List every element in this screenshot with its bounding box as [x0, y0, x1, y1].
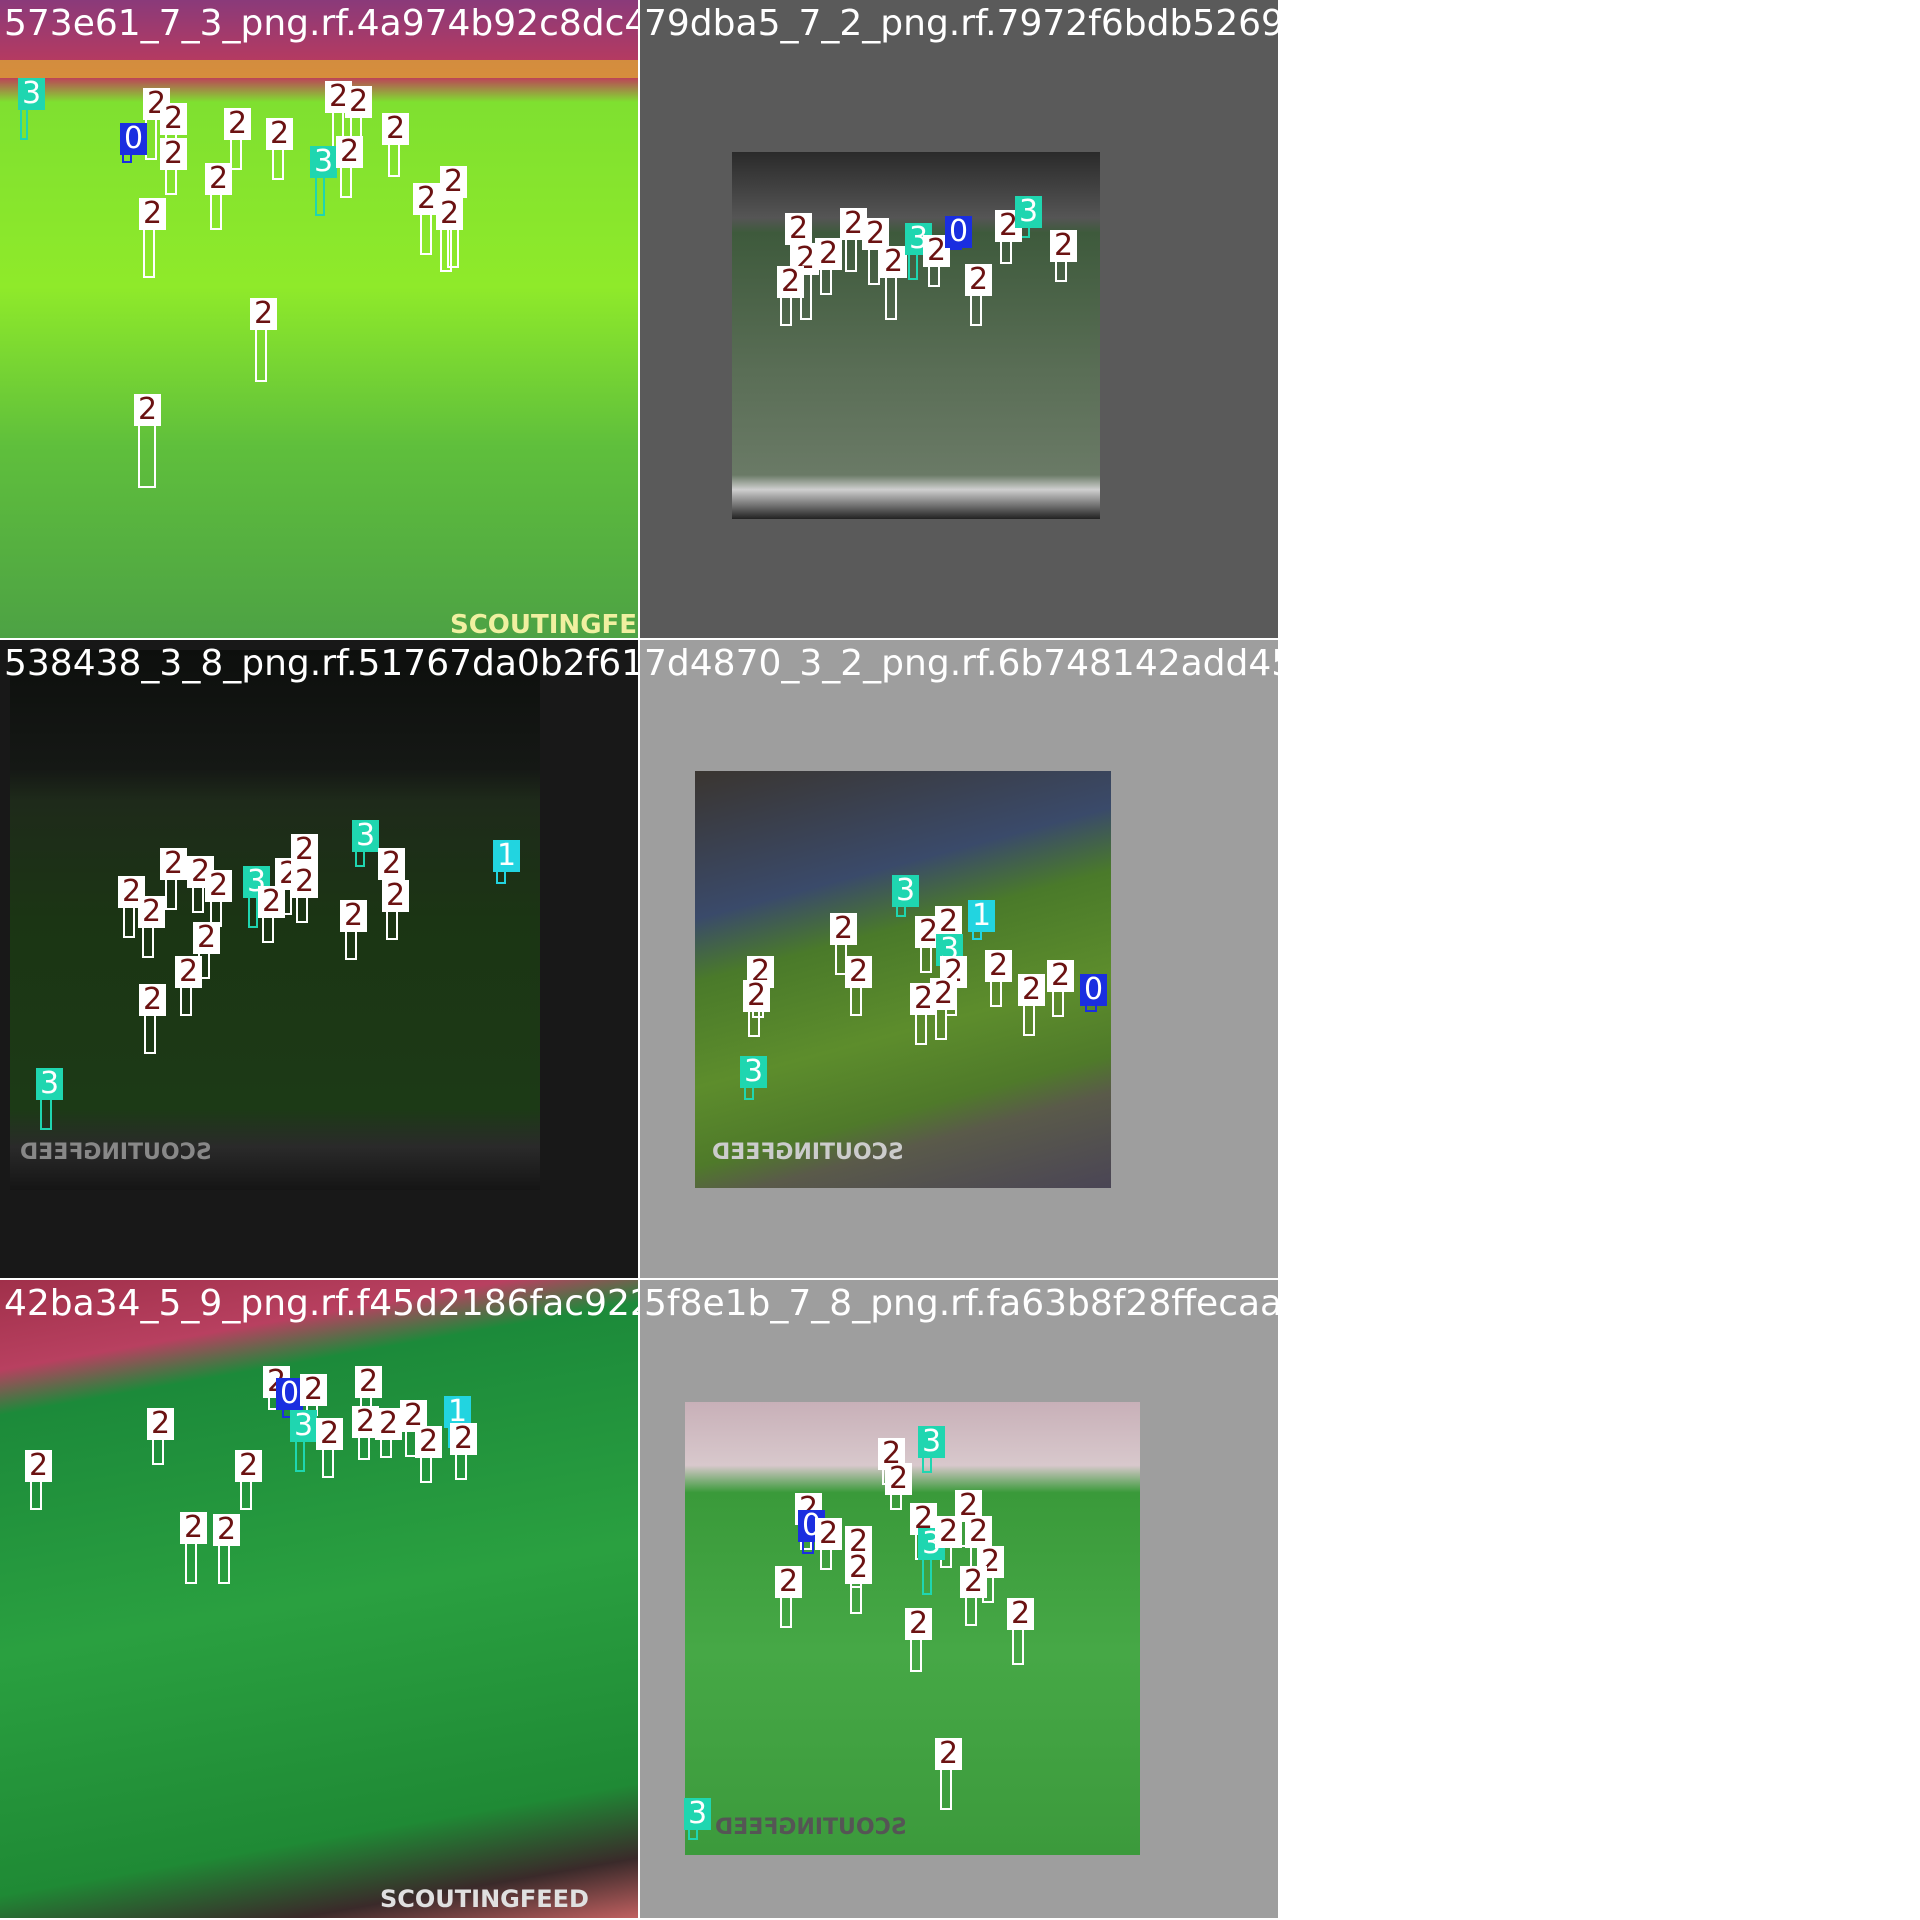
scoutingfeed-watermark: SCOUTINGFEED: [450, 610, 638, 638]
tile-caption: 573e61_7_3_png.rf.4a974b92c8dc40598ba5c3: [4, 3, 638, 44]
detection-mosaic: SCOUTINGFEED 573e61_7_3_png.rf.4a974b92c…: [0, 0, 1280, 1920]
mosaic-tile-4: SCOUTINGFEED 7d4870_3_2_png.rf.6b748142a…: [640, 640, 1278, 1278]
mosaic-tile-1: SCOUTINGFEED 573e61_7_3_png.rf.4a974b92c…: [0, 0, 638, 638]
tile-caption: 5f8e1b_7_8_png.rf.fa63b8f28ffecaad5be40f: [644, 1283, 1278, 1324]
scoutingfeed-watermark: SCOUTINGFEED: [20, 1140, 212, 1165]
mosaic-tile-2: 79dba5_7_2_png.rf.7972f6bdb52697b9eab34c…: [640, 0, 1278, 638]
tile-caption: 42ba34_5_9_png.rf.f45d2186fac9225548d452: [4, 1283, 638, 1324]
tile-caption: 7d4870_3_2_png.rf.6b748142add45f5674a7e6: [644, 643, 1278, 684]
tile-caption: 538438_3_8_png.rf.51767da0b2f6112244b7c5…: [4, 643, 638, 684]
mosaic-tile-5: SCOUTINGFEED 42ba34_5_9_png.rf.f45d2186f…: [0, 1280, 638, 1918]
mosaic-tile-3: SCOUTINGFEED 538438_3_8_png.rf.51767da0b…: [0, 640, 638, 1278]
pitch-image: [0, 0, 638, 638]
scoutingfeed-watermark: SCOUTINGFEED: [712, 1140, 904, 1165]
mosaic-tile-6: SCOUTINGFEED 5f8e1b_7_8_png.rf.fa63b8f28…: [640, 1280, 1278, 1918]
scoutingfeed-watermark: SCOUTINGFEED: [715, 1815, 907, 1840]
ad-boards: [0, 60, 638, 78]
pitch-image: [732, 152, 1100, 519]
tile-caption: 79dba5_7_2_png.rf.7972f6bdb52697b9eab34c: [644, 3, 1278, 44]
pitch-image: [10, 650, 540, 1190]
scoutingfeed-watermark: SCOUTINGFEED: [380, 1885, 589, 1913]
